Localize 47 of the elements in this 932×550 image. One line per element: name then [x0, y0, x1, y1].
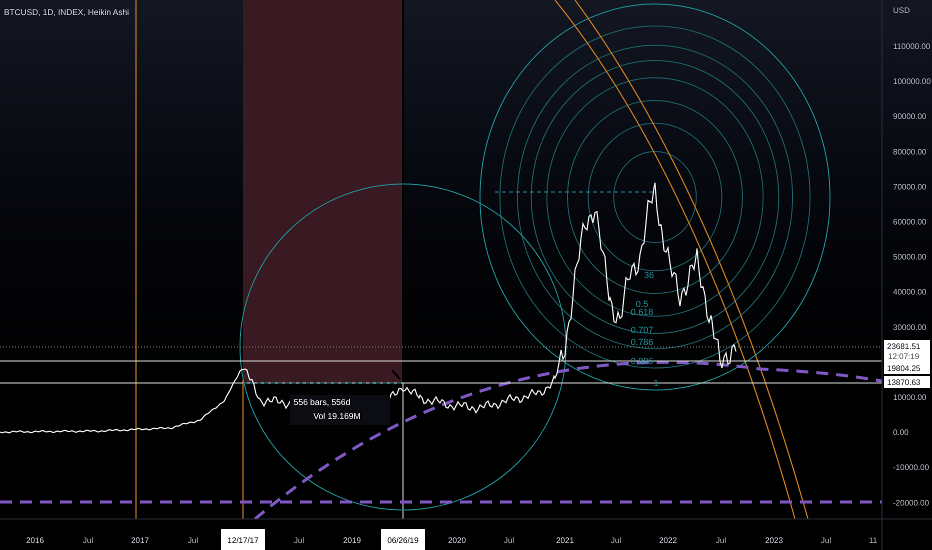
time-axis-label: Jul	[716, 536, 726, 545]
price-axis-label: 40000.00	[893, 288, 926, 297]
currency-label: USD	[893, 6, 910, 15]
measure-bars-text: 556 bars, 556d	[294, 397, 350, 407]
diagonal-line	[391, 369, 401, 380]
price-axis-label: 0.00	[893, 428, 909, 438]
time-axis-label: Jul	[188, 536, 198, 545]
fib-level-label: 0.5	[636, 299, 648, 309]
measure-volume-text: Vol 19.169M	[313, 411, 361, 421]
fib-level-label: 0.707	[630, 325, 654, 335]
price-axis-label: 60000.00	[893, 218, 926, 226]
time-axis-label: 2022	[659, 536, 677, 545]
price-axis-label: -10000.00	[893, 463, 930, 472]
price-axis-label: 70000.00	[893, 182, 926, 192]
time-axis-label: 2023	[765, 536, 783, 545]
time-axis-label: 2017	[131, 536, 149, 545]
price-label-background	[884, 340, 930, 362]
price-axis-label: 90000.00	[893, 112, 926, 122]
fib-level-label: 36	[644, 270, 654, 280]
price-axis-label: 110000.00	[893, 42, 930, 51]
time-axis-label: 2020	[448, 536, 466, 545]
price-axis-label: 100000.00	[893, 77, 931, 86]
time-axis-label: Jul	[82, 536, 94, 545]
price-axis-label: 30000.00	[893, 322, 926, 332]
time-axis-label: 2019	[343, 536, 361, 545]
time-axis-label: Jul	[820, 536, 832, 545]
time-axis-label: 2021	[556, 536, 574, 545]
time-axis-label: Jul	[294, 536, 304, 545]
date-marker-label: 06/26/19	[387, 536, 419, 545]
countdown-label: 12:07:19	[888, 352, 920, 361]
fib-level-label: 0.618	[630, 307, 654, 317]
price-axis-label: -20000.00	[893, 498, 930, 508]
time-axis-label: 11	[868, 536, 878, 545]
time-axis-label: Jul	[610, 536, 622, 545]
line-price-label: 19804.25	[884, 362, 930, 374]
chart-title: BTCUSD, 1D, INDEX, Heikin Ashi	[4, 7, 129, 17]
date-marker-label: 12/17/17	[227, 536, 259, 545]
time-axis-label: Jul	[504, 536, 514, 545]
date-marker-background	[381, 529, 425, 550]
price-axis-label: 50000.00	[893, 252, 926, 262]
last-price-label: 23681.51	[887, 342, 920, 351]
fib-level-label: 0.786	[630, 337, 654, 347]
price-axis-label: 80000.00	[893, 147, 926, 156]
line-price-label: 13870.63	[884, 376, 930, 388]
date-marker-background	[221, 529, 265, 550]
price-axis-label: 10000.00	[893, 393, 926, 402]
time-axis-label: 2016	[26, 536, 44, 545]
